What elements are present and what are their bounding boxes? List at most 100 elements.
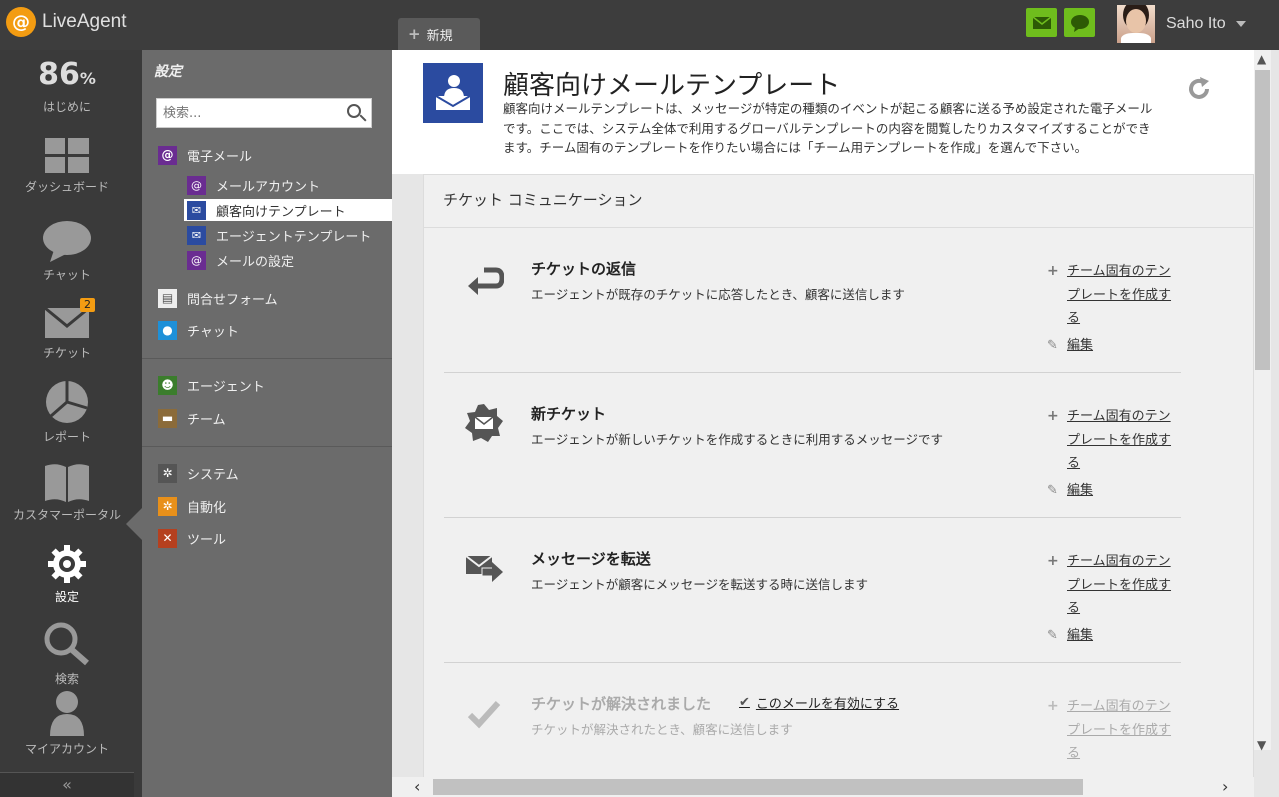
create-team-template-link[interactable]: チーム固有のテンプレートを作成する xyxy=(1047,405,1177,476)
divider xyxy=(142,446,392,447)
nav-getting-started[interactable]: 86% はじめに xyxy=(0,56,134,115)
settings-item-email[interactable]: @ 電子メール xyxy=(158,144,252,166)
scrollbar-thumb[interactable] xyxy=(433,779,1083,795)
search-input[interactable] xyxy=(157,99,337,127)
horizontal-scrollbar[interactable]: ‹ › xyxy=(392,777,1254,797)
form-icon: ▤ xyxy=(158,288,177,308)
pencil-icon: ✎ xyxy=(1047,337,1058,353)
nav-dashboard[interactable]: ダッシュボード xyxy=(0,138,134,195)
settings-item-label: 電子メール xyxy=(187,149,253,165)
progress-readout: 86% xyxy=(0,56,134,98)
scroll-right-icon[interactable]: › xyxy=(1222,777,1228,796)
nav-customer-portal[interactable]: カスタマーポータル xyxy=(0,462,134,523)
left-nav: 86% はじめに ダッシュボード チャット 2 チケット レポート カスタマーポ… xyxy=(0,50,142,797)
template-description: エージェントが新しいチケットを作成するときに利用するメッセージです xyxy=(531,432,944,447)
settings-item-agents[interactable]: ☻ エージェント xyxy=(158,374,265,396)
search-icon[interactable] xyxy=(347,104,361,118)
nav-reports[interactable]: レポート xyxy=(0,380,134,445)
edit-label: 編集 xyxy=(1067,482,1094,498)
agent-template-icon: ✉ xyxy=(187,225,206,245)
settings-sub-agent-templates[interactable]: ✉ エージェントテンプレート xyxy=(184,224,392,246)
logo-at-icon: @ xyxy=(6,7,36,37)
create-team-template-link[interactable]: チーム固有のテンプレートを作成する xyxy=(1047,260,1177,331)
enable-email-link[interactable]: ✔ このメールを有効にする xyxy=(739,693,899,712)
tab-new[interactable]: + 新規 xyxy=(398,18,480,50)
nav-chat[interactable]: チャット xyxy=(0,220,134,283)
settings-item-label: チャット xyxy=(187,324,239,340)
new-email-button[interactable] xyxy=(1026,8,1057,37)
envelope-icon: 2 xyxy=(43,298,95,340)
page-description: 顧客向けメールテンプレートは、メッセージが特定の種類のイベントが起こる顧客に送る… xyxy=(503,101,1153,155)
scroll-up-icon[interactable]: ▲ xyxy=(1257,52,1266,66)
settings-sub-label: エージェントテンプレート xyxy=(216,229,372,245)
template-description: エージェントが既存のチケットに応答したとき、顧客に送信します xyxy=(531,287,905,302)
create-team-template-link[interactable]: チーム固有のテンプレートを作成する xyxy=(1047,550,1177,621)
settings-item-label: ツール xyxy=(187,532,227,548)
tools-icon: ✕ xyxy=(158,528,177,548)
ticket-count-badge: 2 xyxy=(80,298,95,312)
settings-sub-mail-accounts[interactable]: @ メールアカウント xyxy=(184,174,392,196)
page-header: 顧客向けメールテンプレート 顧客向けメールテンプレートは、メッセージが特定の種類… xyxy=(392,50,1254,174)
refresh-button[interactable] xyxy=(1186,76,1212,102)
template-actions: + チーム固有のテンプレートを作成する ✎ 編集 xyxy=(1047,550,1177,647)
template-title: チケットが解決されました xyxy=(531,695,712,713)
settings-item-system[interactable]: ✲ システム xyxy=(158,462,239,484)
settings-sub-label: メールの設定 xyxy=(216,254,295,270)
edit-label: 編集 xyxy=(1067,337,1094,353)
mail-settings-icon: @ xyxy=(187,250,206,270)
settings-search xyxy=(156,98,372,128)
settings-item-automation[interactable]: ✲ 自動化 xyxy=(158,495,226,517)
scrollbar-thumb[interactable] xyxy=(1255,70,1270,370)
settings-item-label: チーム xyxy=(187,412,226,428)
customer-template-icon: ✉ xyxy=(187,200,206,220)
nav-settings[interactable]: 設定 xyxy=(0,544,134,605)
edit-link[interactable]: ✎ 編集 xyxy=(1047,624,1177,648)
tab-new-label: 新規 xyxy=(426,28,453,44)
main-content: 顧客向けメールテンプレート 顧客向けメールテンプレートは、メッセージが特定の種類… xyxy=(392,50,1279,797)
settings-sub-mail-settings[interactable]: @ メールの設定 xyxy=(184,249,392,271)
template-title: チケットの返信 xyxy=(531,260,637,278)
vertical-scrollbar[interactable]: ▲ ▼ xyxy=(1254,50,1271,752)
chevron-down-icon xyxy=(1235,21,1246,27)
folder-icon: ▬ xyxy=(158,408,177,428)
settings-item-label: 自動化 xyxy=(187,500,227,516)
new-ticket-badge-icon xyxy=(464,403,504,443)
mail-account-icon: @ xyxy=(187,175,206,195)
envelope-icon xyxy=(1032,15,1051,29)
user-menu[interactable]: Saho Ito xyxy=(1117,5,1246,43)
reply-arrow-icon xyxy=(464,258,505,298)
settings-sub-customer-templates[interactable]: ✉ 顧客向けテンプレート xyxy=(184,199,392,221)
user-name: Saho Ito xyxy=(1166,15,1226,32)
template-row-forward-message: メッセージを転送 エージェントが顧客にメッセージを転送する時に送信します + チ… xyxy=(444,518,1181,663)
scroll-left-icon[interactable]: ‹ xyxy=(414,777,420,796)
settings-item-teams[interactable]: ▬ チーム xyxy=(158,407,226,429)
nav-search[interactable]: 検索 xyxy=(0,622,134,687)
plus-icon: + xyxy=(1047,408,1059,424)
settings-item-chat[interactable]: ● チャット xyxy=(158,319,239,341)
divider xyxy=(142,358,392,359)
edit-link[interactable]: ✎ 編集 xyxy=(1047,334,1177,358)
create-team-template-link[interactable]: チーム固有のテンプレートを作成する xyxy=(1047,695,1177,766)
nav-label: マイアカウント xyxy=(24,742,109,756)
new-chat-button[interactable] xyxy=(1064,8,1095,37)
nav-my-account[interactable]: マイアカウント xyxy=(0,690,134,757)
forward-mail-icon xyxy=(464,548,504,588)
template-actions: + チーム固有のテンプレートを作成する xyxy=(1047,695,1177,766)
ticket-communication-panel: チケット コミュニケーション チケットの返信 エージェントが既存のチケットに応答… xyxy=(423,174,1254,780)
panel-title: チケット コミュニケーション xyxy=(424,175,1253,228)
settings-item-tools[interactable]: ✕ ツール xyxy=(158,527,226,549)
nav-tickets[interactable]: 2 チケット xyxy=(0,298,134,361)
agents-icon: ☻ xyxy=(158,375,177,395)
template-row-ticket-reply: チケットの返信 エージェントが既存のチケットに応答したとき、顧客に送信します +… xyxy=(444,228,1181,373)
enable-label: このメールを有効にする xyxy=(755,697,900,712)
collapse-nav-button[interactable]: « xyxy=(0,772,134,797)
template-actions: + チーム固有のテンプレートを作成する ✎ 編集 xyxy=(1047,405,1177,502)
customer-template-icon xyxy=(423,63,483,123)
plus-icon: + xyxy=(1047,553,1059,569)
gear-icon xyxy=(47,544,87,584)
logo[interactable]: @ LiveAgent xyxy=(6,6,127,38)
edit-link[interactable]: ✎ 編集 xyxy=(1047,479,1177,503)
page-title: 顧客向けメールテンプレート xyxy=(503,71,841,101)
scroll-down-icon[interactable]: ▼ xyxy=(1257,738,1266,752)
settings-item-contact-form[interactable]: ▤ 問合せフォーム xyxy=(158,287,278,309)
